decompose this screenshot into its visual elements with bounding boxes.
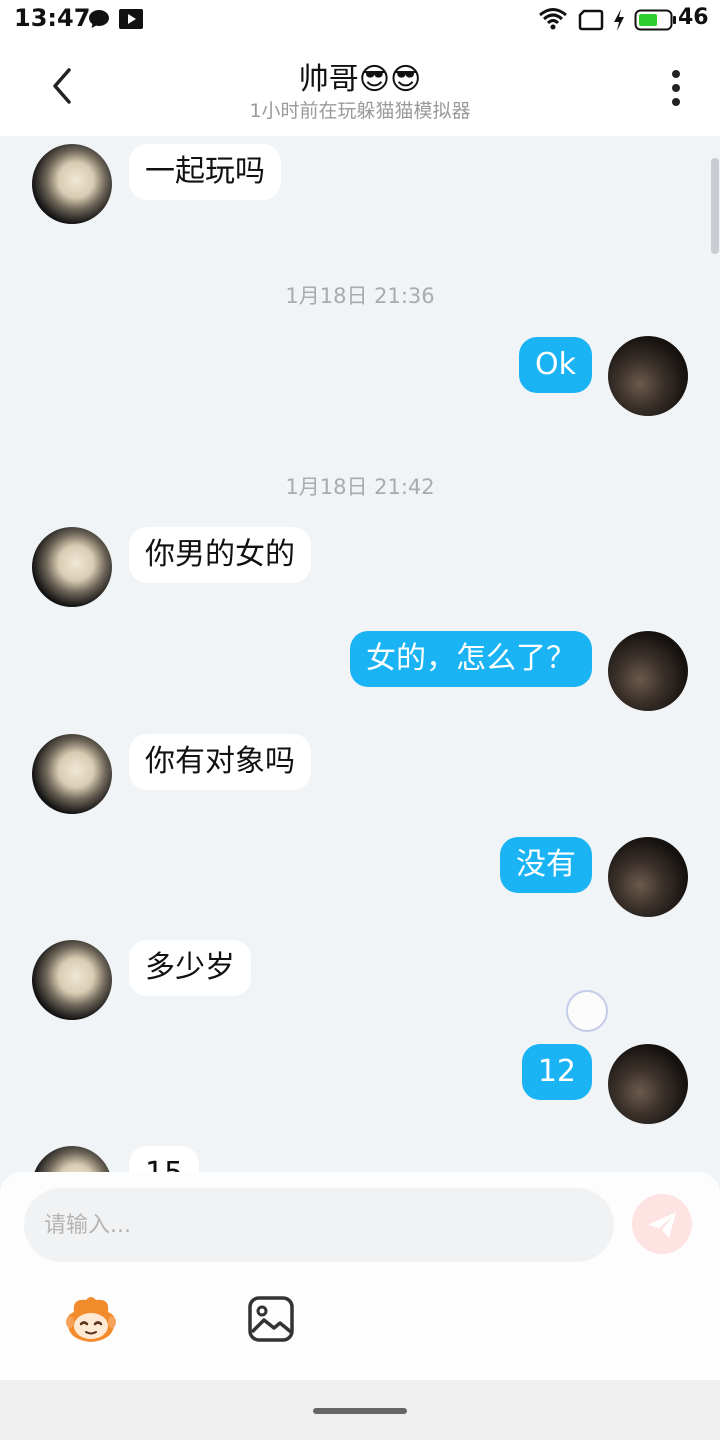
message-bubble-received[interactable]: 一起玩吗 [129,144,281,200]
paper-plane-icon [648,1212,676,1238]
more-options-button[interactable] [660,66,692,112]
contact-avatar[interactable] [32,734,112,814]
message-timestamp: 1月18日 21:36 [285,284,435,308]
message-bubble-sent[interactable]: 没有 [500,837,592,893]
sticker-character-icon [66,1297,116,1342]
message-bubble-received[interactable]: 15 [129,1146,200,1172]
message-list[interactable]: 一起玩吗 1月18日 21:36 Ok 1月18日 21:42 你男的女的 女的… [0,136,720,1172]
touch-indicator [566,990,608,1032]
contact-avatar[interactable] [32,940,112,1020]
message-bubble-received[interactable]: 你男的女的 [129,527,311,583]
my-avatar[interactable] [608,631,688,711]
message-bubble-received[interactable]: 多少岁 [129,940,251,996]
my-avatar[interactable] [608,837,688,917]
status-time: 13:47 [14,4,91,32]
screen-icon [578,9,604,35]
my-avatar[interactable] [608,336,688,416]
contact-name: 帅哥😎😎 [298,62,422,97]
message-timestamp: 1月18日 21:42 [285,475,435,499]
status-bar: 13:47 46 [0,0,720,40]
sticker-button[interactable] [62,1294,120,1346]
send-button[interactable] [632,1194,692,1254]
chat-bubble-icon [88,9,110,33]
contact-avatar[interactable] [32,1146,112,1172]
chat-header: 帅哥😎😎 1小时前在玩躲猫猫模拟器 [0,40,720,136]
battery-level: 46 [678,5,709,30]
message-bubble-sent[interactable]: 女的，怎么了？ [350,631,592,687]
wifi-icon [538,7,568,35]
image-button[interactable] [246,1294,296,1344]
play-icon [119,9,143,33]
contact-avatar[interactable] [32,527,112,607]
message-composer [0,1172,720,1380]
battery-icon [634,9,676,35]
contact-activity-status: 1小时前在玩躲猫猫模拟器 [249,100,471,122]
home-indicator[interactable] [313,1408,407,1414]
image-icon [248,1296,294,1342]
more-vertical-icon [672,70,680,106]
message-input[interactable] [24,1188,614,1262]
message-bubble-sent[interactable]: 12 [521,1044,592,1100]
charging-bolt-icon [612,8,626,36]
my-avatar[interactable] [608,1044,688,1124]
message-bubble-sent[interactable]: Ok [519,337,592,393]
scrollbar[interactable] [711,158,719,254]
message-bubble-received[interactable]: 你有对象吗 [129,734,311,790]
navigation-bar [0,1380,720,1440]
contact-avatar[interactable] [32,144,112,224]
